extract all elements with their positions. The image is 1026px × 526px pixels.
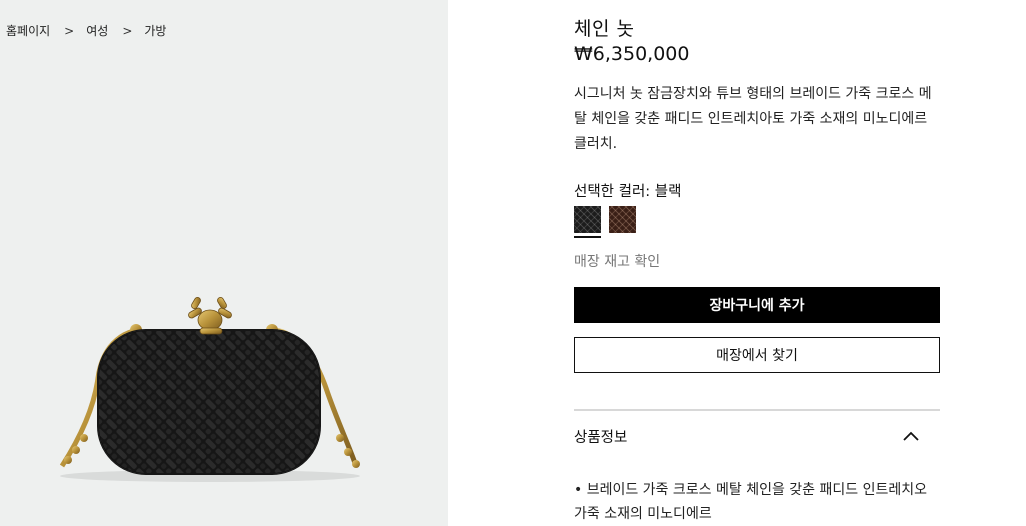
find-in-store-button[interactable]: 매장에서 찾기 [574, 337, 940, 373]
chevron-up-icon[interactable] [896, 421, 926, 451]
accordion-title: 상품정보 [574, 429, 628, 446]
breadcrumb-bags[interactable]: 가방 [144, 22, 166, 39]
selected-color-label: 선택한 컬러: 블랙 [574, 184, 682, 200]
swatch-black[interactable] [574, 206, 601, 238]
product-title: 체인 놋 [574, 18, 635, 40]
chevron-right-icon: > [64, 23, 75, 38]
bag-illustration [59, 297, 360, 482]
breadcrumb-home[interactable]: 홈페이지 [6, 22, 50, 39]
breadcrumb: 홈페이지 > 여성 > 가방 [6, 22, 166, 39]
breadcrumb-women[interactable]: 여성 [86, 22, 108, 39]
divider [574, 409, 940, 411]
product-image-gallery: 홈페이지 > 여성 > 가방 [0, 0, 448, 526]
check-store-stock-link[interactable]: 매장 재고 확인 [574, 251, 660, 271]
product-image [40, 288, 380, 488]
product-details-accordion[interactable]: 상품정보 [574, 412, 940, 460]
product-detail-bullet: • 브레이드 가죽 크로스 메탈 체인을 갖춘 패디드 인트레치오 가죽 소재의… [574, 482, 927, 522]
swatch-brown[interactable] [609, 206, 636, 233]
add-to-cart-button[interactable]: 장바구니에 추가 [574, 287, 940, 323]
product-description: 시그니처 놋 잠금장치와 튜브 형태의 브레이드 가죽 크로스 메탈 체인을 갖… [574, 86, 932, 152]
chevron-right-icon: > [122, 23, 133, 38]
color-swatches [574, 206, 636, 238]
product-price: ₩6,350,000 [574, 43, 690, 65]
